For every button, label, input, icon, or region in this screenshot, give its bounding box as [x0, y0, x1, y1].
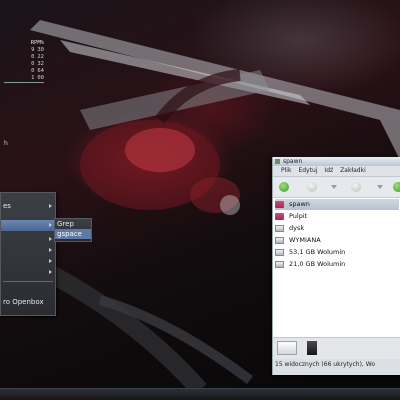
openbox-menu: es ro Openbox [0, 192, 56, 316]
forward-icon[interactable] [351, 182, 361, 192]
places-view-icon[interactable] [277, 341, 297, 355]
monitor-row: 9 30 [31, 47, 44, 53]
menu-file[interactable]: Plik [281, 166, 291, 176]
monitor-row: 1 00 [31, 75, 44, 81]
back-icon[interactable] [307, 182, 317, 192]
taskbar-panel [0, 388, 400, 400]
back-history-icon[interactable] [331, 185, 337, 189]
menu-item[interactable] [1, 267, 55, 278]
home-folder-icon [275, 201, 284, 208]
menu-item[interactable] [1, 256, 55, 267]
monitor-row: 0 64 [31, 68, 44, 74]
menu-item[interactable]: es [1, 201, 55, 212]
menu-item-reconfigure[interactable]: ro Openbox [1, 297, 55, 308]
status-bar: 15 widocznych (66 ukrytych), Wo [273, 359, 400, 375]
place-drive[interactable]: WYMIANA [275, 235, 399, 246]
monitor-graph-label: h [4, 140, 8, 147]
menubar: Plik Edytuj Idź Zakładki [273, 166, 400, 177]
menu-edit[interactable]: Edytuj [298, 166, 317, 176]
places-sidebar: spawn Pulpit dysk WYMIANA 53,1 GB Wolumi… [273, 198, 400, 337]
submenu-arrow-icon [49, 248, 52, 252]
submenu-arrow-icon [49, 237, 52, 241]
monitor-row: 0 32 [31, 61, 44, 67]
submenu-arrow-icon [49, 270, 52, 274]
menu-separator [3, 281, 53, 282]
drive-icon [275, 261, 284, 268]
window-titlebar[interactable]: spawn [273, 157, 400, 166]
place-volume[interactable]: 53,1 GB Wolumin [275, 247, 399, 258]
submenu-arrow-icon [49, 204, 52, 208]
monitor-graph-line [4, 82, 44, 83]
drive-icon [275, 225, 284, 232]
window-icon [275, 159, 280, 164]
desktop: RPM% 9 30 0 22 0 32 0 64 1 00 h es ro Op… [0, 0, 400, 400]
system-monitor-widget: RPM% 9 30 0 22 0 32 0 64 1 00 [4, 40, 44, 92]
submenu-item-selected[interactable]: gspace [55, 229, 91, 239]
drive-icon [275, 237, 284, 244]
menu-item-selected[interactable] [1, 220, 55, 231]
submenu-arrow-icon [49, 259, 52, 263]
menu-item[interactable] [1, 245, 55, 256]
forward-history-icon[interactable] [377, 185, 383, 189]
monitor-header: RPM% [30, 40, 44, 46]
place-volume[interactable]: 21,0 GB Wolumin [275, 259, 399, 270]
window-title: spawn [283, 158, 303, 165]
file-manager-window: spawn Plik Edytuj Idź Zakładki spawn Pul… [272, 157, 400, 375]
place-home[interactable]: spawn [275, 199, 399, 210]
submenu-item[interactable]: Grep [55, 219, 91, 229]
drive-icon [275, 249, 284, 256]
menu-go[interactable]: Idź [324, 166, 333, 176]
toolbar [273, 177, 400, 198]
place-drive[interactable]: dysk [275, 223, 399, 234]
openbox-submenu: Grep gspace [54, 218, 92, 242]
menu-bookmarks[interactable]: Zakładki [340, 166, 366, 176]
menu-item[interactable] [1, 234, 55, 245]
tree-view-icon[interactable] [307, 341, 317, 355]
monitor-row: 0 22 [31, 54, 44, 60]
new-tab-icon[interactable] [279, 182, 289, 192]
sidebar-mode-bar [273, 337, 400, 360]
place-desktop[interactable]: Pulpit [275, 211, 399, 222]
submenu-arrow-icon [49, 223, 52, 227]
go-icon[interactable] [393, 182, 400, 192]
desktop-folder-icon [275, 213, 284, 220]
menu-item[interactable] [1, 285, 55, 296]
